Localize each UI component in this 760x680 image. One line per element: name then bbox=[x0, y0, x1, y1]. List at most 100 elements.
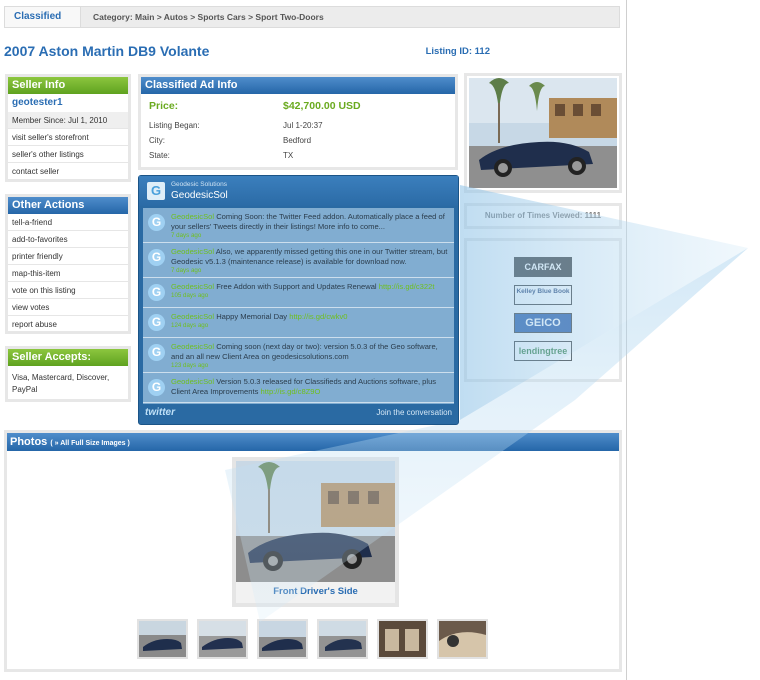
city-value: Bedford bbox=[283, 136, 312, 145]
other-actions-header: Other Actions bbox=[8, 197, 128, 214]
tweet-avatar-icon: G bbox=[148, 249, 165, 266]
price-label: Price: bbox=[149, 100, 179, 112]
state-value: TX bbox=[283, 151, 294, 160]
selected-car-photo bbox=[236, 461, 395, 582]
tweet-author[interactable]: GeodesicSol bbox=[171, 342, 214, 351]
tweet-link[interactable]: http://is.gd/cwkv0 bbox=[289, 312, 347, 321]
twitter-logo[interactable]: twitter bbox=[145, 407, 175, 418]
add-to-favorites-link[interactable]: add-to-favorites bbox=[8, 231, 128, 248]
photo-caption: Front Driver's Side bbox=[273, 586, 358, 597]
tweet-age: 105 days ago bbox=[171, 292, 209, 299]
twitter-account-fullname: Geodesic Solutions bbox=[171, 181, 228, 188]
all-full-size-images-link[interactable]: ( » All Full Size Images ) bbox=[50, 440, 129, 447]
state-row: State: TX bbox=[141, 148, 455, 163]
selected-photo[interactable] bbox=[232, 457, 399, 607]
join-conversation-link[interactable]: Join the conversation bbox=[376, 408, 452, 417]
breadcrumb-category-path[interactable]: Category: Main > Autos > Sports Cars > S… bbox=[93, 7, 324, 27]
printer-friendly-link[interactable]: printer friendly bbox=[8, 248, 128, 265]
carfax-logo[interactable]: CARFAX bbox=[514, 257, 572, 277]
seller-info-header: Seller Info bbox=[8, 77, 128, 94]
thumb-image bbox=[319, 621, 366, 657]
thumb-image bbox=[439, 621, 486, 657]
city-label: City: bbox=[149, 136, 165, 145]
tweet-link[interactable]: http://is.gd/c322t bbox=[379, 282, 435, 291]
sponsor-logos: CARFAX Kelley Blue Book GEICO lendingtre… bbox=[464, 238, 622, 382]
tweet-author[interactable]: GeodesicSol bbox=[171, 377, 214, 386]
tweet-feed[interactable]: G GeodesicSol Coming Soon: the Twitter F… bbox=[143, 208, 454, 404]
twitter-header: G Geodesic Solutions GeodesicSol bbox=[139, 176, 458, 206]
city-row: City: Bedford bbox=[141, 133, 455, 148]
seller-name-link[interactable]: geotester1 bbox=[8, 94, 128, 112]
breadcrumb-home-link[interactable]: Classified bbox=[5, 7, 81, 27]
tweet-link[interactable]: http://is.gd/c8Z9O bbox=[261, 387, 321, 396]
state-label: State: bbox=[149, 151, 170, 160]
car-photo-image bbox=[469, 78, 617, 188]
ad-info-box: Classified Ad Info Price: $42,700.00 USD… bbox=[138, 74, 458, 170]
tweet: G GeodesicSol Free Addon with Support an… bbox=[143, 278, 454, 308]
tweet-author[interactable]: GeodesicSol bbox=[171, 212, 214, 221]
tweet: G GeodesicSol Coming Soon: the Twitter F… bbox=[143, 208, 454, 243]
twitter-account-name[interactable]: GeodesicSol bbox=[171, 190, 228, 201]
photo-thumb[interactable] bbox=[377, 619, 428, 659]
tweet: G GeodesicSol Coming soon (next day or t… bbox=[143, 338, 454, 373]
view-count: Number of Times Viewed: 1111 bbox=[464, 203, 622, 229]
seller-accepts-header: Seller Accepts: bbox=[8, 349, 128, 366]
listing-title: 2007 Aston Martin DB9 Volante bbox=[4, 43, 210, 59]
lead-photo[interactable] bbox=[464, 73, 622, 193]
other-listings-link[interactable]: seller's other listings bbox=[8, 146, 128, 163]
tweet-avatar-icon: G bbox=[148, 344, 165, 361]
photo-thumb[interactable] bbox=[257, 619, 308, 659]
tweet-avatar-icon: G bbox=[148, 379, 165, 396]
tweet: G GeodesicSol Version 5.0.3 released for… bbox=[143, 373, 454, 403]
tweet-avatar-icon: G bbox=[148, 214, 165, 231]
photos-title: Photos bbox=[10, 436, 48, 448]
listing-began-row: Listing Began: Jul 1-20:37 bbox=[141, 118, 455, 133]
tweet-avatar-icon: G bbox=[148, 284, 165, 301]
photos-header: Photos ( » All Full Size Images ) bbox=[7, 433, 619, 451]
thumb-image bbox=[379, 621, 426, 657]
tweet-author[interactable]: GeodesicSol bbox=[171, 312, 214, 321]
seller-accepts-box: Seller Accepts: Visa, Mastercard, Discov… bbox=[5, 346, 131, 402]
price-row: Price: $42,700.00 USD bbox=[141, 94, 455, 118]
seller-info-box: Seller Info geotester1 Member Since: Jul… bbox=[5, 74, 131, 182]
kelley-blue-book-logo[interactable]: Kelley Blue Book bbox=[514, 285, 572, 305]
tell-a-friend-link[interactable]: tell-a-friend bbox=[8, 214, 128, 231]
tweet-text: Free Addon with Support and Updates Rene… bbox=[216, 282, 377, 291]
report-abuse-link[interactable]: report abuse bbox=[8, 316, 128, 333]
listing-id: Listing ID: 112 bbox=[425, 46, 490, 57]
ad-info-header: Classified Ad Info bbox=[141, 77, 455, 94]
photo-thumb[interactable] bbox=[437, 619, 488, 659]
photo-thumb[interactable] bbox=[197, 619, 248, 659]
photos-section: Photos ( » All Full Size Images ) Front … bbox=[4, 430, 622, 672]
storefront-link[interactable]: visit seller's storefront bbox=[8, 129, 128, 146]
account-avatar-icon[interactable]: G bbox=[147, 182, 165, 200]
photo-thumb[interactable] bbox=[317, 619, 368, 659]
listing-began-value: Jul 1-20:37 bbox=[283, 121, 323, 130]
member-since: Member Since: Jul 1, 2010 bbox=[8, 112, 128, 129]
view-votes-link[interactable]: view votes bbox=[8, 299, 128, 316]
tweet: G GeodesicSol Also, we apparently missed… bbox=[143, 243, 454, 278]
map-this-item-link[interactable]: map-this-item bbox=[8, 265, 128, 282]
tweet-text: Happy Memorial Day bbox=[216, 312, 288, 321]
thumb-image bbox=[139, 621, 186, 657]
other-actions-box: Other Actions tell-a-friend add-to-favor… bbox=[5, 194, 131, 334]
twitter-widget: G Geodesic Solutions GeodesicSol G Geode… bbox=[138, 175, 459, 425]
tweet-author[interactable]: GeodesicSol bbox=[171, 282, 214, 291]
tweet-avatar-icon: G bbox=[148, 314, 165, 331]
geico-logo[interactable]: GEICO bbox=[514, 313, 572, 333]
breadcrumb: Classified Category: Main > Autos > Spor… bbox=[4, 6, 620, 28]
thumb-image bbox=[199, 621, 246, 657]
photo-thumb[interactable] bbox=[137, 619, 188, 659]
tweet-age: 7 days ago bbox=[171, 267, 202, 274]
tweet-age: 7 days ago bbox=[171, 232, 202, 239]
lendingtree-logo[interactable]: lendingtree bbox=[514, 341, 572, 361]
listing-began-label: Listing Began: bbox=[149, 121, 200, 130]
contact-seller-link[interactable]: contact seller bbox=[8, 163, 128, 180]
payment-methods: Visa, Mastercard, Discover, PayPal bbox=[12, 373, 110, 394]
tweet: G GeodesicSol Happy Memorial Day http://… bbox=[143, 308, 454, 338]
tweet-age: 124 days ago bbox=[171, 322, 209, 329]
price-value: $42,700.00 USD bbox=[283, 100, 361, 112]
tweet-age: 123 days ago bbox=[171, 362, 209, 369]
tweet-author[interactable]: GeodesicSol bbox=[171, 247, 214, 256]
vote-link[interactable]: vote on this listing bbox=[8, 282, 128, 299]
